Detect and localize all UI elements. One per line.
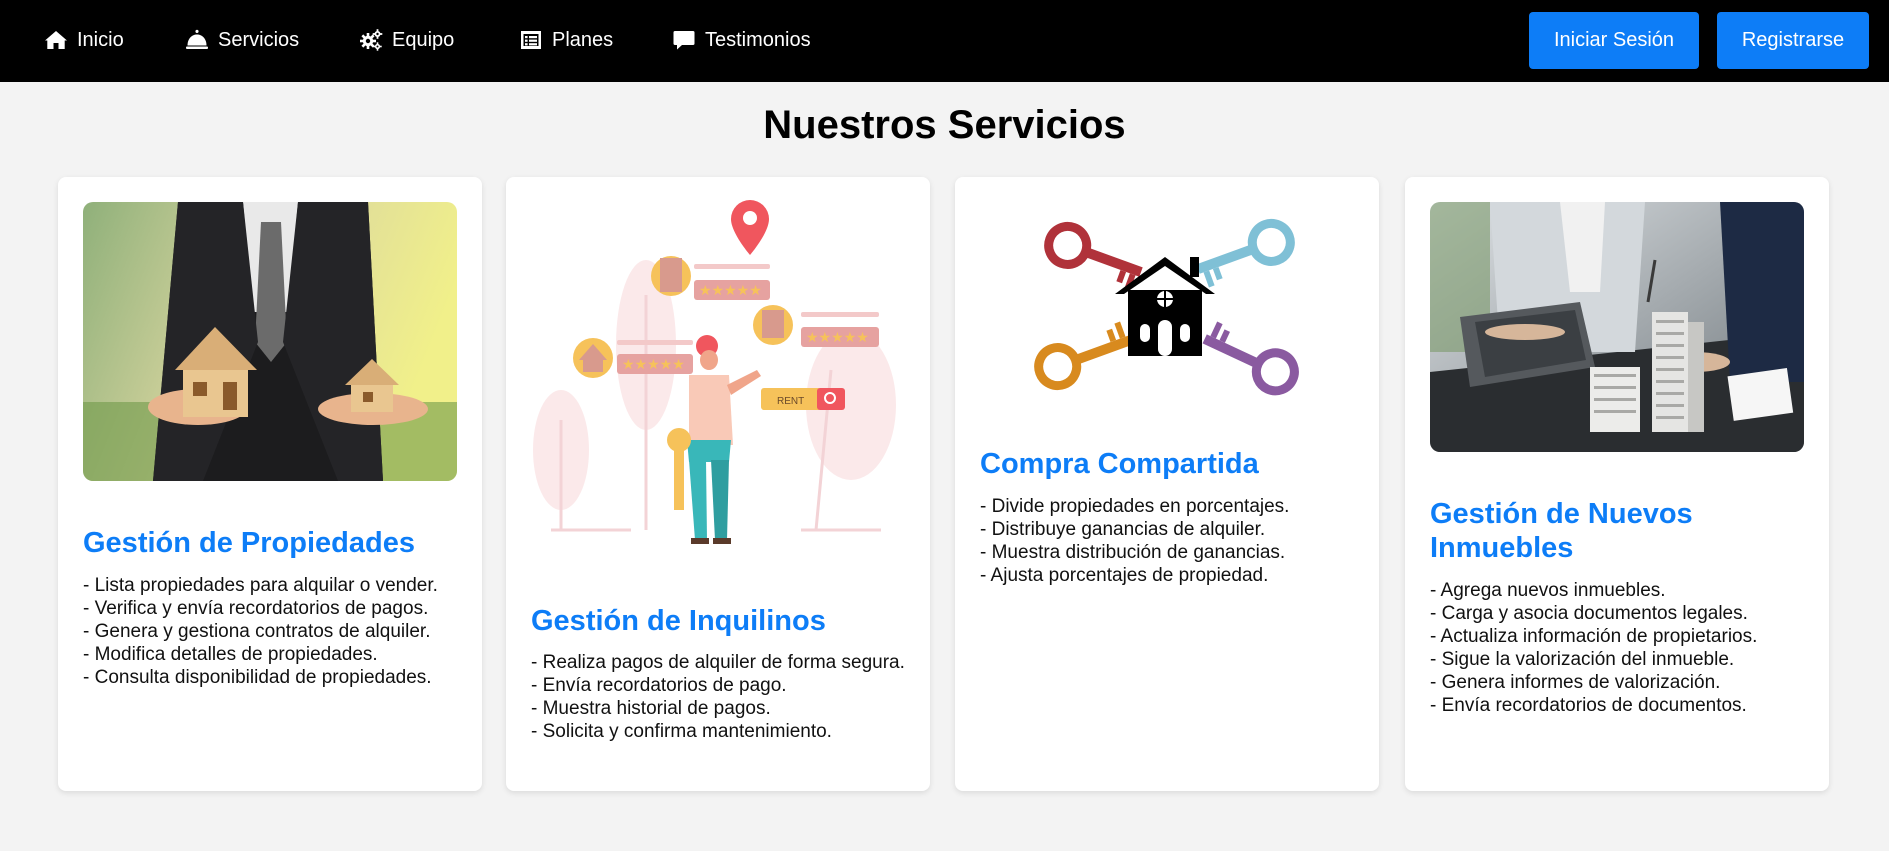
card-title: Compra Compartida bbox=[980, 448, 1259, 480]
list-item: - Lista propiedades para alquilar o vend… bbox=[83, 575, 438, 596]
card-feature-list: - Divide propiedades en porcentajes. - D… bbox=[980, 495, 1354, 587]
card-feature-list: - Agrega nuevos inmuebles. - Carga y aso… bbox=[1430, 579, 1804, 717]
list-item: - Distribuye ganancias de alquiler. bbox=[980, 519, 1266, 540]
list-item: - Carga y asocia documentos legales. bbox=[1430, 603, 1748, 624]
service-card-inquilinos: ★★★★★ ★★★★★ ★★★★★ RENT Gestión de Inquil… bbox=[506, 177, 930, 791]
list-item: - Genera informes de valorización. bbox=[1430, 672, 1721, 693]
nav-item-servicios[interactable]: Servicios bbox=[185, 25, 299, 55]
keys-house-illustration bbox=[980, 202, 1354, 402]
card-feature-list: - Lista propiedades para alquilar o vend… bbox=[83, 574, 457, 689]
list-item: - Actualiza información de propietarios. bbox=[1430, 626, 1758, 647]
top-navbar: Inicio Servicios Equipo Planes Testimoni… bbox=[0, 0, 1889, 82]
service-bell-icon bbox=[186, 29, 208, 49]
page-title: Nuestros Servicios bbox=[763, 103, 1126, 147]
svg-text:★★★★★: ★★★★★ bbox=[806, 329, 869, 345]
businessman-houses-image bbox=[83, 202, 457, 481]
nav-label: Testimonios bbox=[705, 28, 811, 51]
service-card-propiedades: Gestión de Propiedades - Lista propiedad… bbox=[58, 177, 482, 791]
nav-item-testimonios[interactable]: Testimonios bbox=[672, 25, 811, 55]
nav-item-planes[interactable]: Planes bbox=[519, 25, 613, 55]
card-title: Gestión de Propiedades bbox=[83, 527, 415, 559]
rent-search-illustration: ★★★★★ ★★★★★ ★★★★★ RENT bbox=[531, 200, 905, 545]
rent-tag: RENT bbox=[777, 396, 804, 407]
list-item: - Envía recordatorios de documentos. bbox=[1430, 695, 1747, 716]
home-icon bbox=[45, 31, 67, 49]
list-item: - Consulta disponibilidad de propiedades… bbox=[83, 667, 432, 688]
nav-label: Inicio bbox=[77, 28, 124, 51]
service-card-nuevos-inmuebles: Gestión de Nuevos Inmuebles - Agrega nue… bbox=[1405, 177, 1829, 791]
nav-label: Planes bbox=[552, 28, 614, 51]
card-title: Gestión de Nuevos Inmuebles bbox=[1430, 498, 1693, 564]
service-card-compra-compartida: Compra Compartida - Divide propiedades e… bbox=[955, 177, 1379, 791]
list-item: - Realiza pagos de alquiler de forma seg… bbox=[531, 652, 905, 673]
list-item: - Muestra distribución de ganancias. bbox=[980, 542, 1286, 563]
list-item: - Muestra historial de pagos. bbox=[531, 698, 771, 719]
list-item: - Verifica y envía recordatorios de pago… bbox=[83, 598, 429, 619]
gears-icon bbox=[360, 29, 383, 51]
nav-item-inicio[interactable]: Inicio bbox=[44, 25, 124, 55]
list-item: - Modifica detalles de propiedades. bbox=[83, 644, 378, 665]
comment-icon bbox=[673, 31, 695, 50]
list-item: - Envía recordatorios de pago. bbox=[531, 675, 787, 696]
list-item: - Solicita y confirma mantenimiento. bbox=[531, 721, 832, 742]
list-item: - Agrega nuevos inmuebles. bbox=[1430, 580, 1666, 601]
card-feature-list: - Realiza pagos de alquiler de forma seg… bbox=[531, 651, 905, 743]
nav-item-equipo[interactable]: Equipo bbox=[359, 25, 454, 55]
building-model-meeting-image bbox=[1430, 202, 1804, 452]
nav-label: Servicios bbox=[218, 28, 300, 51]
svg-text:★★★★★: ★★★★★ bbox=[699, 282, 762, 298]
nav-label: Equipo bbox=[392, 28, 455, 51]
list-item: - Genera y gestiona contratos de alquile… bbox=[83, 621, 431, 642]
login-button[interactable]: Iniciar Sesión bbox=[1529, 12, 1699, 69]
list-item: - Ajusta porcentajes de propiedad. bbox=[980, 565, 1269, 586]
card-title: Gestión de Inquilinos bbox=[531, 605, 826, 637]
list-alt-icon bbox=[521, 31, 541, 49]
list-item: - Divide propiedades en porcentajes. bbox=[980, 496, 1290, 517]
list-item: - Sigue la valorización del inmueble. bbox=[1430, 649, 1735, 670]
svg-text:★★★★★: ★★★★★ bbox=[622, 356, 685, 372]
register-button[interactable]: Registrarse bbox=[1717, 12, 1869, 69]
